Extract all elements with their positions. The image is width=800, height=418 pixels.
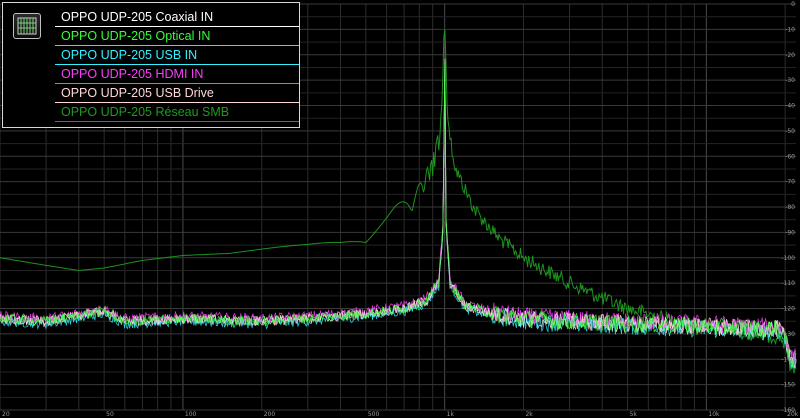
legend-label: OPPO UDP-205 Optical IN [61,29,211,43]
y-tick-label: -120 [781,306,795,313]
legend-label: OPPO UDP-205 USB IN [61,48,198,62]
y-tick-label: -90 [785,229,795,236]
legend-item[interactable]: OPPO UDP-205 Coaxial IN [55,9,299,27]
legend-swatch [55,121,299,122]
y-tick-label: -70 [785,179,795,186]
legend-item[interactable]: OPPO UDP-205 Réseau SMB [55,104,299,122]
legend-swatch [55,26,299,27]
y-tick-label: -30 [785,77,795,84]
y-tick-label: -100 [781,255,795,262]
y-tick-label: -20 [785,52,795,59]
y-tick-label: -140 [781,356,795,363]
y-tick-label: -50 [785,128,795,135]
legend-swatch [55,64,299,65]
legend-item[interactable]: OPPO UDP-205 USB IN [55,47,299,65]
x-tick-label: 50 [106,411,114,418]
legend-swatch [55,45,299,46]
y-tick-label: -110 [781,280,795,287]
x-tick-label: 100 [185,411,197,418]
x-tick-label: 20 [2,411,10,418]
y-tick-label: -80 [785,204,795,211]
y-tick-label: -130 [781,331,795,338]
y-tick-label: -10 [785,26,795,33]
legend-label: OPPO UDP-205 Réseau SMB [61,105,230,119]
x-tick-label: 500 [368,411,380,418]
y-tick-label: 0 [791,1,795,8]
x-tick-label: 200 [264,411,276,418]
x-tick-label: 5k [630,411,638,418]
x-tick-label: 1k [447,411,455,418]
legend-label: OPPO UDP-205 USB Drive [61,86,214,100]
legend: OPPO UDP-205 Coaxial IN OPPO UDP-205 Opti… [2,2,300,128]
legend-swatch [55,102,299,103]
x-tick-label: 10k [708,411,720,418]
legend-swatch [55,83,299,84]
y-tick-label: -150 [781,382,795,389]
legend-item[interactable]: OPPO UDP-205 USB Drive [55,85,299,103]
y-tick-label: -160 [781,407,795,414]
legend-item[interactable]: OPPO UDP-205 Optical IN [55,28,299,46]
legend-label: OPPO UDP-205 HDMI IN [61,67,204,81]
analyzer-icon[interactable] [13,13,41,39]
y-tick-label: -40 [785,103,795,110]
legend-label: OPPO UDP-205 Coaxial IN [61,10,214,24]
legend-item[interactable]: OPPO UDP-205 HDMI IN [55,66,299,84]
x-tick-label: 2k [525,411,533,418]
y-tick-label: -60 [785,153,795,160]
